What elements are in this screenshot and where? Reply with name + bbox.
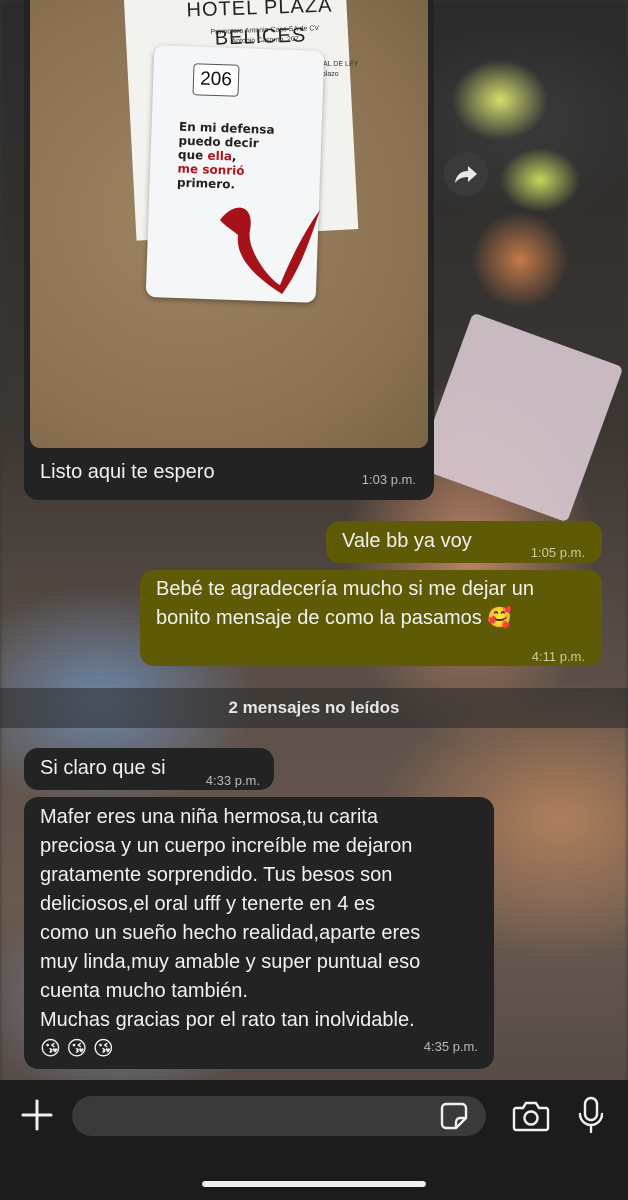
message-text: Si claro que si xyxy=(40,757,166,779)
outgoing-message[interactable]: Bebé te agradecería mucho si me dejar un… xyxy=(140,570,602,666)
photo-caption: Listo aqui te espero xyxy=(40,461,215,483)
room-number: 206 xyxy=(192,63,240,97)
message-text: Vale bb ya voy xyxy=(342,530,472,552)
sticker-icon[interactable] xyxy=(440,1102,468,1130)
message-status: 1:05 p.m. xyxy=(531,538,588,567)
message-emojis: 😘 😘 😘 xyxy=(40,1038,114,1060)
message-line: como un sueño hecho realidad,aparte eres xyxy=(40,922,421,944)
outgoing-message[interactable]: Vale bb ya voy 1:05 p.m. xyxy=(326,521,602,563)
message-photo[interactable]: HOTEL PLAZA BELICES Promotora Antonio Ca… xyxy=(30,0,428,448)
microphone-icon[interactable] xyxy=(578,1096,604,1134)
message-line: preciosa y un cuerpo increíble me dejaro… xyxy=(40,835,413,857)
card-line-3c: , xyxy=(231,149,237,164)
home-indicator[interactable] xyxy=(202,1181,426,1187)
card-line-3b: ella xyxy=(207,148,233,164)
message-time: 1:05 p.m. xyxy=(530,545,585,560)
message-time: 1:03 p.m. xyxy=(361,472,416,487)
card-slogan: En mi defensa puedo decir que ella, me s… xyxy=(177,120,319,195)
message-input[interactable] xyxy=(72,1096,486,1136)
message-line: gratamente sorprendido. Tus besos son xyxy=(40,864,393,886)
message-time: 4:11 p.m. xyxy=(531,649,585,664)
incoming-message[interactable]: Mafer eres una niña hermosa,tu carita pr… xyxy=(24,797,494,1069)
card-logo-icon xyxy=(220,207,320,294)
card-line-3a: que xyxy=(177,147,208,163)
message-body: Mafer eres una niña hermosa,tu carita pr… xyxy=(40,803,420,1064)
message-line-2: bonito mensaje de como la pasamos 🥰 xyxy=(156,607,513,629)
plus-icon[interactable] xyxy=(20,1098,54,1132)
forward-button[interactable] xyxy=(444,152,488,196)
forward-icon xyxy=(455,166,477,183)
unread-divider: 2 mensajes no leídos xyxy=(0,688,628,728)
message-line: Mafer eres una niña hermosa,tu carita xyxy=(40,806,378,828)
incoming-message[interactable]: Si claro que si 4:33 p.m. xyxy=(24,748,274,790)
message-status: 4:11 p.m. xyxy=(532,642,588,671)
message-line: deliciosos,el oral ufff y tenerte en 4 e… xyxy=(40,893,376,915)
photo-message[interactable]: HOTEL PLAZA BELICES Promotora Antonio Ca… xyxy=(24,0,434,500)
message-time: 4:35 p.m. xyxy=(423,1039,478,1054)
message-line: Muchas gracias por el rato tan inolvidab… xyxy=(40,1009,415,1031)
message-time: 4:33 p.m. xyxy=(205,773,260,788)
receipt-side-text: NAL DE LEY uplazo xyxy=(318,61,359,78)
message-line: muy linda,muy amable y super puntual eso xyxy=(40,951,421,973)
message-line: cuenta mucho también. xyxy=(40,980,248,1002)
camera-icon[interactable] xyxy=(512,1100,550,1132)
message-line-1: Bebé te agradecería mucho si me dejar un xyxy=(156,578,534,600)
